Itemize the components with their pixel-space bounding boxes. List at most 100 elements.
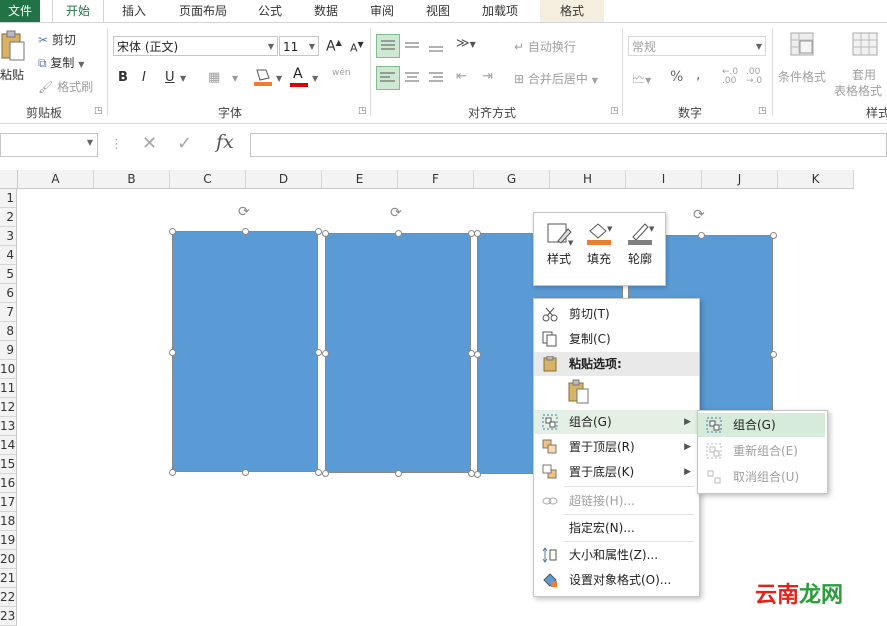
row-header[interactable]: 3 [0,227,17,246]
menu-item-size-properties[interactable]: 大小和属性(Z)... [534,543,699,567]
menu-item-format-object[interactable]: 设置对象格式(O)... [534,568,699,592]
row-header[interactable]: 17 [0,493,17,512]
wrap-text-button[interactable]: ↵ 自动换行 [514,38,576,55]
format-as-table-icon[interactable] [850,30,880,60]
resize-handle[interactable] [242,469,249,476]
number-launcher-icon[interactable]: ◳ [758,106,767,116]
tab-home[interactable]: 开始 [52,0,104,23]
align-top-button[interactable] [376,34,400,58]
tab-data[interactable]: 数据 [304,0,348,22]
row-header[interactable]: 11 [0,379,17,398]
row-header[interactable]: 18 [0,512,17,531]
font-color-button[interactable]: A [288,66,310,88]
resize-handle[interactable] [322,470,329,477]
align-right-icon[interactable] [426,68,446,88]
row-header[interactable]: 13 [0,417,17,436]
resize-handle[interactable] [395,470,402,477]
column-header[interactable]: J [702,170,778,189]
resize-handle[interactable] [322,350,329,357]
name-box[interactable]: ▼ [0,133,98,157]
resize-handle[interactable] [474,350,481,358]
conditional-format-button[interactable]: 条件格式 [778,68,826,85]
row-header[interactable]: 15 [0,455,17,474]
row-header[interactable]: 9 [0,341,17,360]
align-bottom-icon[interactable] [426,36,446,56]
resize-handle[interactable] [315,469,322,476]
merge-center-button[interactable]: ⊞ 合并后居中 ▼ [514,70,598,87]
borders-icon[interactable]: ▦ [208,70,220,85]
column-header[interactable]: E [322,170,398,189]
tab-file[interactable]: 文件 [0,0,40,22]
tab-review[interactable]: 审阅 [360,0,404,22]
row-header[interactable]: 21 [0,569,17,588]
fill-color-icon[interactable] [252,66,274,88]
row-header[interactable]: 5 [0,265,17,284]
grow-font-button[interactable]: A▲ [326,38,342,55]
increase-indent-icon[interactable]: ⇥ [482,69,493,84]
column-header[interactable]: G [474,170,550,189]
menu-item-cut[interactable]: 剪切(T) [534,302,699,326]
increase-decimal-icon[interactable]: ←.0.00 [722,68,738,86]
row-header[interactable]: 10 [0,360,17,379]
shape-fill-button[interactable]: ▼ 填充 [579,221,619,267]
number-format-combo[interactable]: 常规 ▼ [628,36,766,56]
format-as-table-label-1[interactable]: 套用 [852,66,876,83]
chevron-down-icon[interactable]: ▼ [312,74,318,83]
menu-item-group[interactable]: 组合(G) ▶ [534,410,699,434]
submenu-item-ungroup[interactable]: 取消组合(U) [698,465,825,489]
row-header[interactable]: 4 [0,246,17,265]
resize-handle[interactable] [474,471,481,478]
resize-handle[interactable] [322,230,329,237]
decrease-indent-icon[interactable]: ⇤ [456,69,467,84]
row-header[interactable]: 22 [0,588,17,607]
paste-icon[interactable] [0,30,26,64]
rectangle-shape-1[interactable] [172,231,318,472]
resize-handle[interactable] [169,348,176,356]
menu-item-bring-to-front[interactable]: 置于顶层(R) ▶ [534,435,699,459]
format-as-table-label-2[interactable]: 表格格式 [834,82,882,99]
menu-item-send-to-back[interactable]: 置于底层(K) ▶ [534,460,699,484]
paste-button[interactable]: 粘贴 [0,66,24,83]
submenu-item-regroup[interactable]: 重新组合(E) [698,439,825,463]
column-header[interactable]: B [94,170,170,189]
rotate-handle-icon[interactable]: ⟳ [693,207,705,223]
column-header[interactable]: D [246,170,322,189]
tab-view[interactable]: 视图 [416,0,460,22]
chevron-down-icon[interactable]: ▼ [232,74,238,83]
row-header[interactable]: 7 [0,303,17,322]
resize-handle[interactable] [315,348,322,356]
row-header[interactable]: 8 [0,322,17,341]
cancel-icon[interactable]: ✕ [142,133,157,154]
italic-button[interactable]: I [142,70,146,85]
bold-button[interactable]: B [118,70,128,85]
tab-addins[interactable]: 加载项 [472,0,528,22]
rotate-handle-icon[interactable]: ⟳ [390,205,402,221]
conditional-format-icon[interactable] [788,30,818,60]
tab-page-layout[interactable]: 页面布局 [170,0,236,22]
resize-handle[interactable] [169,228,176,235]
orientation-icon[interactable]: ≫▼ [456,36,476,51]
cut-button[interactable]: ✂ 剪切 [38,31,76,48]
tab-formulas[interactable]: 公式 [250,0,290,22]
rotate-handle-icon[interactable]: ⟳ [238,204,250,220]
select-all-corner[interactable] [0,170,18,189]
row-header[interactable]: 16 [0,474,17,493]
resize-handle[interactable] [770,232,777,239]
align-center-icon[interactable] [402,68,422,88]
shrink-font-button[interactable]: A▼ [350,40,364,55]
resize-handle[interactable] [242,228,249,235]
underline-button[interactable]: U [165,70,175,85]
tab-insert[interactable]: 插入 [112,0,156,22]
resize-handle[interactable] [770,351,777,358]
resize-handle[interactable] [169,469,176,476]
menu-item-hyperlink[interactable]: 超链接(H)... [534,489,699,513]
paste-option-icon[interactable] [567,379,591,405]
copy-button[interactable]: ⧉ 复制 ▼ [38,54,84,71]
font-name-combo[interactable]: 宋体 (正文) ▼ [113,36,278,56]
row-header[interactable]: 1 [0,189,17,208]
row-header[interactable]: 14 [0,436,17,455]
format-painter-button[interactable]: 🖌 格式刷 [38,78,93,95]
comma-button[interactable]: , [696,67,700,83]
resize-handle[interactable] [474,230,481,237]
row-header[interactable]: 2 [0,208,17,227]
